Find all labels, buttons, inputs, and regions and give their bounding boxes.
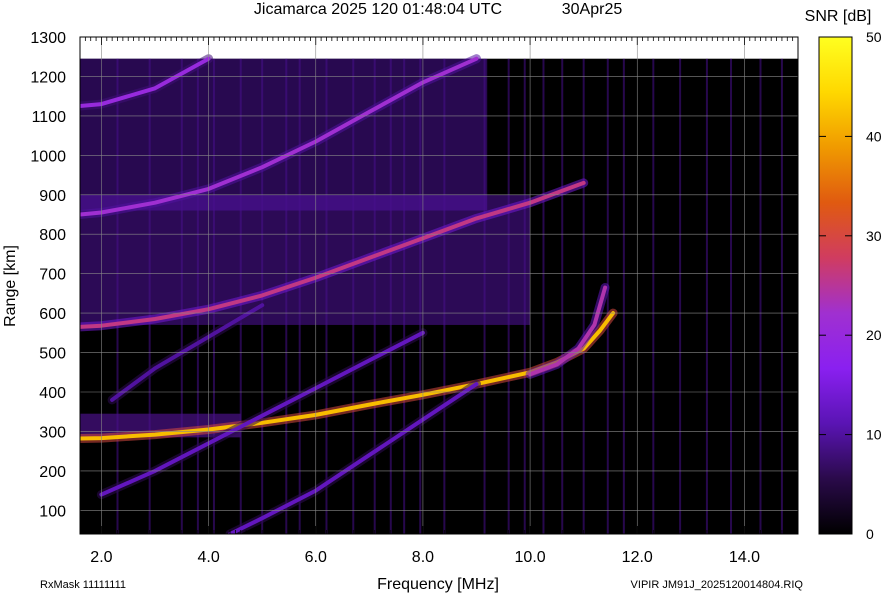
y-tick-label: 1000 xyxy=(30,148,66,165)
x-tick-label: 8.0 xyxy=(412,549,434,566)
ionogram-figure: Jicamarca 2025 120 01:48:04 UTC 30Apr25 … xyxy=(2,1,882,593)
y-tick-label: 500 xyxy=(39,346,66,363)
y-tick-label: 1100 xyxy=(32,109,67,126)
x-axis-label: Frequency [MHz] xyxy=(377,576,499,593)
x-axis-tick-labels: 2.0 4.0 6.0 8.0 10.0 12.0 14.0 xyxy=(90,549,760,566)
y-tick-label: 1300 xyxy=(30,30,66,47)
y-tick-label: 600 xyxy=(39,306,66,323)
x-tick-label: 12.0 xyxy=(622,549,653,566)
diffuse-region xyxy=(80,194,531,325)
colorbar-tick-label: 30 xyxy=(866,228,882,244)
y-tick-label: 900 xyxy=(39,188,66,205)
y-axis-tick-labels: 100 200 300 400 500 600 700 800 900 1000 1100 1200 1… xyxy=(30,30,66,520)
colorbar-tick-label: 0 xyxy=(866,526,874,542)
x-tick-label: 10.0 xyxy=(515,549,546,566)
chart-date: 30Apr25 xyxy=(562,1,623,18)
file-name-label: VIPIR JM91J_2025120014804.RIQ xyxy=(631,579,804,591)
ionogram-data xyxy=(80,54,798,534)
colorbar-title: SNR [dB] xyxy=(805,8,872,25)
colorbar-tick-label: 40 xyxy=(866,128,882,144)
y-tick-label: 800 xyxy=(39,227,66,244)
y-tick-label: 1200 xyxy=(30,69,66,86)
y-tick-label: 400 xyxy=(39,385,66,402)
y-axis-label: Range [km] xyxy=(2,245,19,327)
colorbar-tick-label: 50 xyxy=(866,29,882,45)
colorbar-tick-label: 20 xyxy=(866,327,882,343)
x-tick-label: 2.0 xyxy=(90,549,112,566)
colorbar xyxy=(818,36,853,535)
chart-title: Jicamarca 2025 120 01:48:04 UTC xyxy=(254,1,502,18)
x-tick-label: 4.0 xyxy=(197,549,219,566)
y-tick-label: 300 xyxy=(39,424,66,441)
x-tick-label: 6.0 xyxy=(305,549,327,566)
y-tick-label: 100 xyxy=(39,503,66,520)
y-tick-label: 700 xyxy=(39,267,66,284)
colorbar-tick-label: 10 xyxy=(866,427,882,443)
rx-mask-label: RxMask 11111111 xyxy=(40,579,126,591)
y-tick-label: 200 xyxy=(39,464,66,481)
x-tick-label: 14.0 xyxy=(729,549,760,566)
